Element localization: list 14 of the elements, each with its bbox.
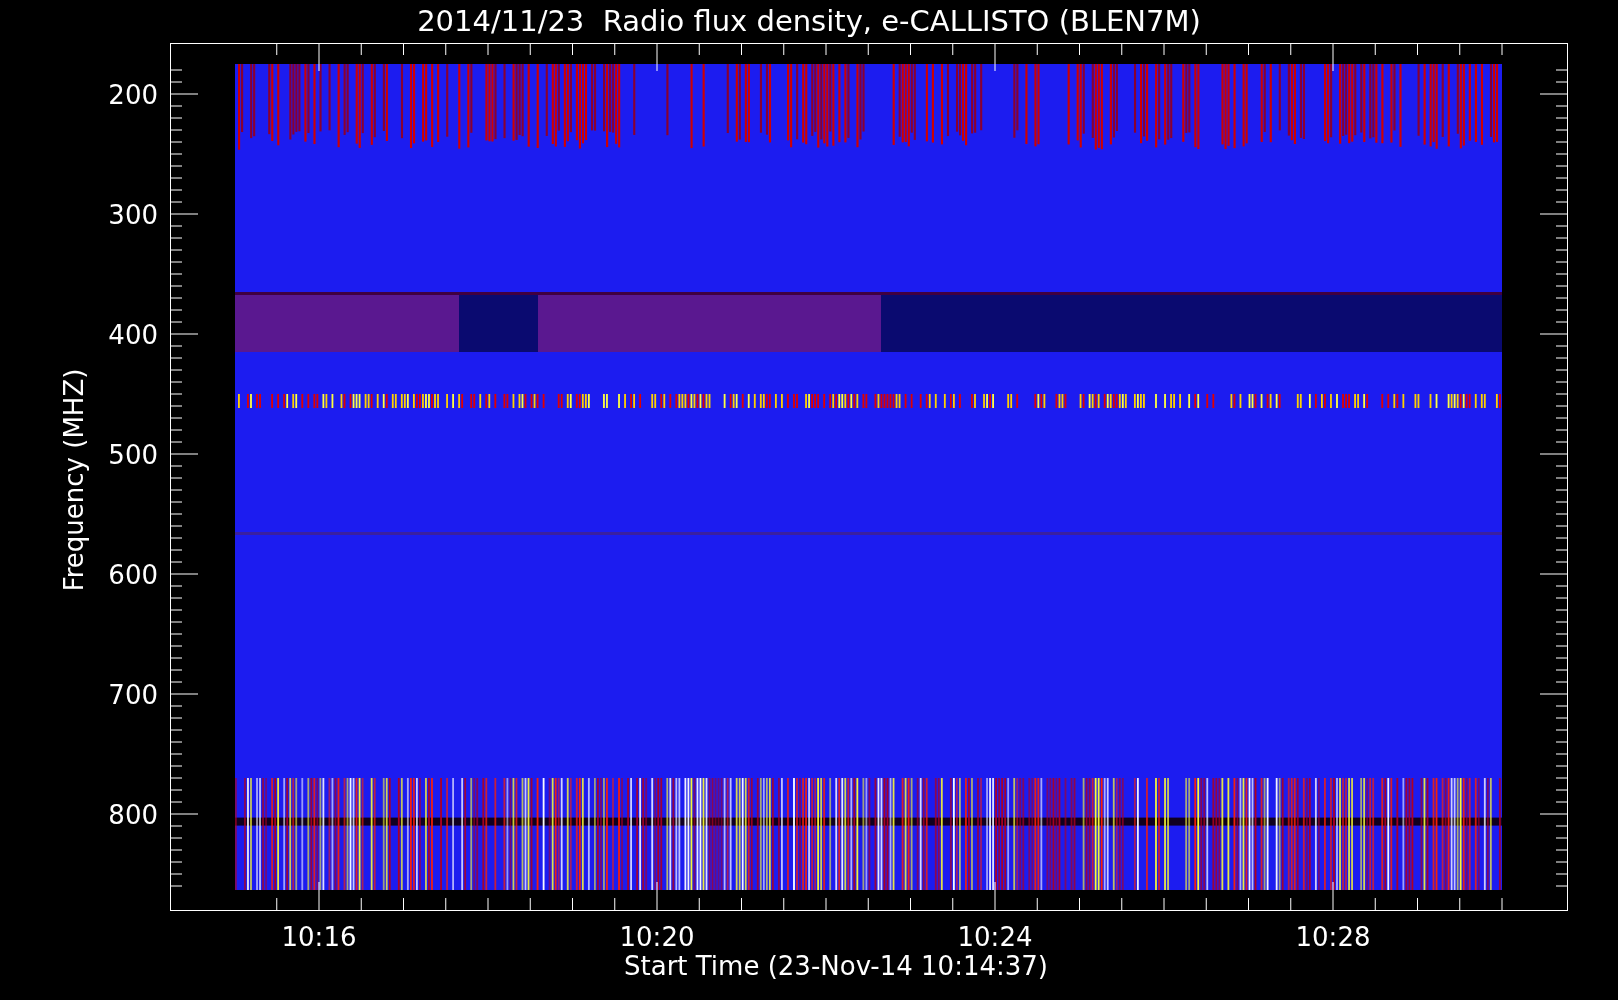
- y-tick-label: 800: [108, 800, 158, 830]
- y-tick-label: 600: [108, 560, 158, 590]
- plot-title: 2014/11/23 Radio flux density, e-CALLISTO (BLEN7M): [417, 7, 1201, 36]
- x-axis-label: Start Time (23-Nov-14 10:14:37): [624, 951, 1048, 981]
- x-tick-label: 10:24: [957, 922, 1033, 952]
- y-tick-label: 400: [108, 320, 158, 350]
- x-tick-label: 10:16: [281, 922, 357, 952]
- x-tick-label: 10:20: [619, 922, 695, 952]
- y-tick-label: 200: [108, 80, 158, 110]
- x-tick-label: 10:28: [1295, 922, 1371, 952]
- y-tick-label: 300: [108, 200, 158, 230]
- y-tick-label: 700: [108, 680, 158, 710]
- y-tick-label: 500: [108, 440, 158, 470]
- y-axis-label: Frequency (MHZ): [59, 368, 89, 592]
